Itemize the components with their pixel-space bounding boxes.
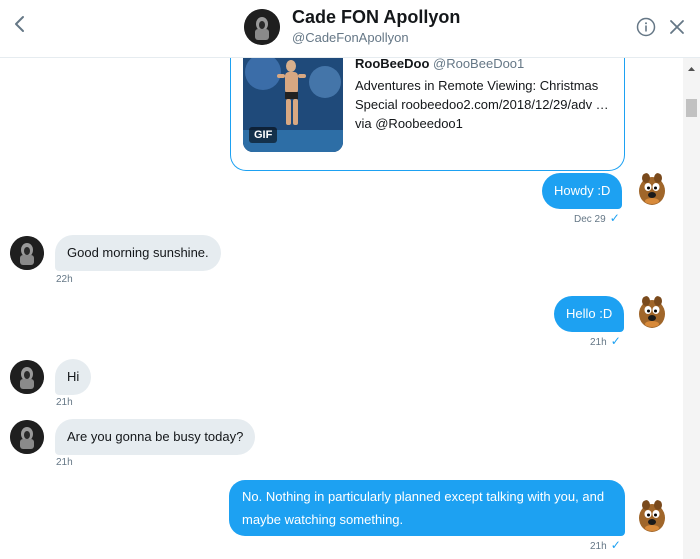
message-bubble-outgoing[interactable]: Hello :D [554,296,625,332]
timestamp-text: 21h [590,337,607,348]
message-timestamp: 21h ✓ [590,334,621,348]
contact-handle[interactable]: @CadeFonApollyon [292,30,409,45]
vertical-scrollbar[interactable] [683,58,700,559]
message-bubble-incoming[interactable]: Hi [55,359,92,395]
own-avatar[interactable] [634,172,670,208]
contact-avatar[interactable] [10,360,44,394]
quoted-tweet-text: Adventures in Remote Viewing: Christmas … [355,78,609,131]
message-timestamp: 21h ✓ [590,538,621,552]
read-check-icon: ✓ [610,538,621,552]
message-timestamp: 21h [56,397,73,408]
timestamp-text: 21h [590,541,607,552]
contact-name[interactable]: Cade FON Apollyon [292,7,460,28]
scrollbar-thumb[interactable] [686,99,697,117]
own-avatar[interactable] [634,295,670,331]
read-check-icon: ✓ [610,334,621,348]
message-bubble-incoming[interactable]: Are you gonna be busy today? [55,419,256,455]
quoted-tweet-author: RooBeeDoo @RooBeeDoo1 [355,58,524,71]
message-bubble-outgoing[interactable]: No. Nothing in particularly planned exce… [229,480,625,536]
contact-avatar[interactable] [244,9,280,45]
message-timestamp: 22h [56,274,73,285]
close-icon[interactable] [668,18,686,36]
own-avatar[interactable] [634,499,670,535]
message-list: GIF RooBeeDoo @RooBeeDoo1 Adventures in … [0,58,683,559]
contact-avatar[interactable] [10,420,44,454]
gif-thumbnail[interactable]: GIF [243,58,343,152]
read-check-icon: ✓ [609,211,620,225]
message-timestamp: 21h [56,457,73,468]
message-timestamp: Dec 29 ✓ [574,211,620,225]
quoted-author-handle: @RooBeeDoo1 [433,58,525,71]
back-chevron-icon[interactable] [8,12,32,36]
message-bubble-incoming[interactable]: Good morning sunshine. [55,235,221,271]
message-bubble-outgoing[interactable]: Howdy :D [542,173,623,209]
timestamp-text: Dec 29 [574,214,606,225]
gif-badge: GIF [249,127,278,143]
scroll-up-arrow-icon[interactable] [683,62,700,74]
info-icon[interactable] [636,17,656,37]
contact-avatar[interactable] [10,236,44,270]
quoted-author-name: RooBeeDoo [355,58,430,71]
quoted-tweet-card[interactable]: GIF RooBeeDoo @RooBeeDoo1 Adventures in … [230,58,625,171]
conversation-header: Cade FON Apollyon @CadeFonApollyon [0,0,700,58]
